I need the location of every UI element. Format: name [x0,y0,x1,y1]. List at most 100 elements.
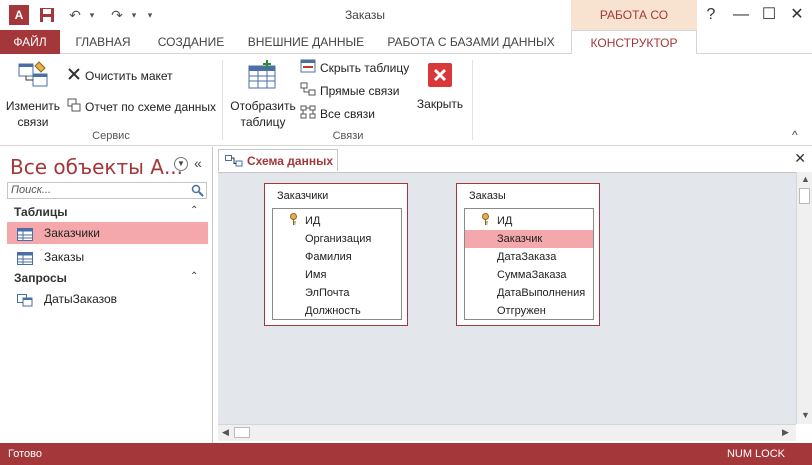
access-app-icon[interactable]: A [9,5,29,25]
field-row[interactable]: СуммаЗаказа [465,266,593,284]
maximize-button[interactable]: ☐ [755,3,783,27]
ribbon: Изменить связи Очистить макет Отчет по с… [0,54,812,146]
field-row[interactable]: ЭлПочта [273,284,401,302]
minimize-button[interactable]: — [727,3,755,27]
table-box-title: Заказчики [277,190,329,202]
direct-links-button[interactable]: Прямые связи [300,81,400,101]
show-table-label-2: таблицу [240,115,286,129]
field-name: Отгружен [497,305,546,317]
undo-icon[interactable]: ↶ [66,5,84,25]
nav-item-order-dates-query[interactable]: ДатыЗаказов [7,288,208,310]
nav-collapse-button[interactable]: « [194,155,202,171]
customize-toolbar-icon[interactable]: ▾ [144,5,156,25]
scroll-left-icon[interactable]: ◀ [222,427,229,438]
table-icon [17,250,33,272]
show-table-icon [228,60,298,94]
close-diagram-label: Закрыть [416,97,464,111]
horizontal-scrollbar[interactable]: ◀ ▶ [218,424,796,441]
nav-dropdown-icon[interactable]: ▼ [174,157,188,171]
table-box-title: Заказы [469,190,506,202]
group-label-service: Сервис [92,130,130,142]
field-name: Должность [305,305,361,317]
save-icon[interactable] [38,5,56,25]
edit-relations-label-2: связи [17,115,49,129]
field-row[interactable]: Отгружен [465,302,593,320]
show-table-label-1: Отобразить [230,99,296,113]
navigation-pane: Все объекты А... ▼ « Поиск... Таблицы ⌃ … [0,147,213,443]
scroll-thumb[interactable] [799,188,810,204]
field-list: ИД Заказчик ДатаЗаказа СуммаЗаказа ДатаВ… [464,208,594,320]
close-diagram-button[interactable]: Закрыть [414,62,466,112]
edit-relations-button[interactable]: Изменить связи [4,60,62,130]
scroll-thumb[interactable] [234,427,250,438]
nav-search-input[interactable]: Поиск... [7,182,207,199]
scroll-down-icon[interactable]: ▼ [801,410,810,420]
field-name: СуммаЗаказа [497,269,567,281]
group-separator [222,60,223,140]
section-collapse-icon[interactable]: ⌃ [190,205,198,216]
show-table-button[interactable]: Отобразить таблицу [228,60,298,130]
tab-home[interactable]: ГЛАВНАЯ [66,30,140,54]
group-separator [472,60,473,140]
ribbon-tabs: ФАЙЛ ГЛАВНАЯ СОЗДАНИЕ ВНЕШНИЕ ДАННЫЕ РАБ… [0,30,812,55]
nav-item-label: Заказы [44,250,85,264]
report-icon [67,98,81,118]
hide-table-label: Скрыть таблицу [320,61,410,75]
field-row[interactable]: Фамилия [273,248,401,266]
field-row[interactable]: ИД [465,212,593,230]
nav-item-orders-table[interactable]: Заказы [7,246,208,268]
section-collapse-icon[interactable]: ⌃ [190,271,198,282]
search-icon[interactable] [191,184,204,202]
field-name: Организация [305,233,372,245]
field-row[interactable]: Организация [273,230,401,248]
table-box-orders[interactable]: Заказы ИД Заказчик ДатаЗаказа СуммаЗаказ… [456,183,600,326]
undo-dropdown-icon[interactable]: ▾ [86,5,98,25]
nav-pane-title[interactable]: Все объекты А... [10,155,183,179]
close-document-button[interactable]: ✕ [794,150,806,167]
redo-icon[interactable]: ↷ [108,5,126,25]
field-name: ЭлПочта [305,287,350,299]
field-row[interactable]: Имя [273,266,401,284]
field-row[interactable]: ДатаЗаказа [465,248,593,266]
nav-item-label: Заказчики [44,226,100,240]
edit-relations-label-1: Изменить [5,99,61,113]
tab-database-tools[interactable]: РАБОТА С БАЗАМИ ДАННЫХ [378,30,564,54]
nav-item-customers-table[interactable]: Заказчики [7,222,208,244]
tab-create[interactable]: СОЗДАНИЕ [148,30,234,54]
field-row[interactable]: Должность [273,302,401,320]
field-row-selected[interactable]: Заказчик [465,230,593,248]
table-box-customers[interactable]: Заказчики ИД Организация Фамилия Имя ЭлП… [264,183,408,326]
relationships-canvas[interactable]: Заказчики ИД Организация Фамилия Имя ЭлП… [218,172,796,424]
tab-external-data[interactable]: ВНЕШНИЕ ДАННЫЕ [242,30,370,54]
scroll-up-icon[interactable]: ▲ [801,174,810,184]
field-row[interactable]: ИД [273,212,401,230]
redo-dropdown-icon[interactable]: ▾ [128,5,140,25]
query-icon [17,292,33,314]
tab-file[interactable]: ФАЙЛ [0,30,60,54]
nav-section-queries[interactable]: Запросы [14,271,67,285]
document-area: Схема данных ✕ Заказчики ИД Организация … [216,147,812,443]
field-row[interactable]: ДатаВыполнения [465,284,593,302]
field-name: Имя [305,269,327,281]
clear-layout-button[interactable]: Очистить макет [67,66,173,86]
hide-table-button[interactable]: Скрыть таблицу [300,58,409,78]
window-title: Заказы [344,8,386,22]
relationship-report-button[interactable]: Отчет по схеме данных [67,97,216,117]
all-links-label: Все связи [320,107,375,121]
collapse-ribbon-icon[interactable]: ^ [792,128,798,142]
scroll-right-icon[interactable]: ▶ [782,427,789,438]
field-name: Фамилия [305,251,352,263]
hide-table-icon [300,59,316,79]
group-label-links: Связи [332,130,364,142]
tab-constructor[interactable]: КОНСТРУКТОР [571,30,697,55]
help-button[interactable]: ? [697,3,725,27]
nav-section-tables[interactable]: Таблицы [14,205,67,219]
all-links-icon [300,105,316,125]
all-links-button[interactable]: Все связи [300,104,375,124]
field-list: ИД Организация Фамилия Имя ЭлПочта Должн… [272,208,402,320]
field-name: ИД [497,215,513,227]
title-bar: A ↶ ▾ ↷ ▾ ▾ Заказы РАБОТА СО СВЯЗЯМИ ? —… [0,0,812,52]
tab-relationships-diagram[interactable]: Схема данных [218,149,338,171]
vertical-scrollbar[interactable]: ▲ ▼ [796,172,812,424]
close-window-button[interactable]: ✕ [783,3,811,27]
